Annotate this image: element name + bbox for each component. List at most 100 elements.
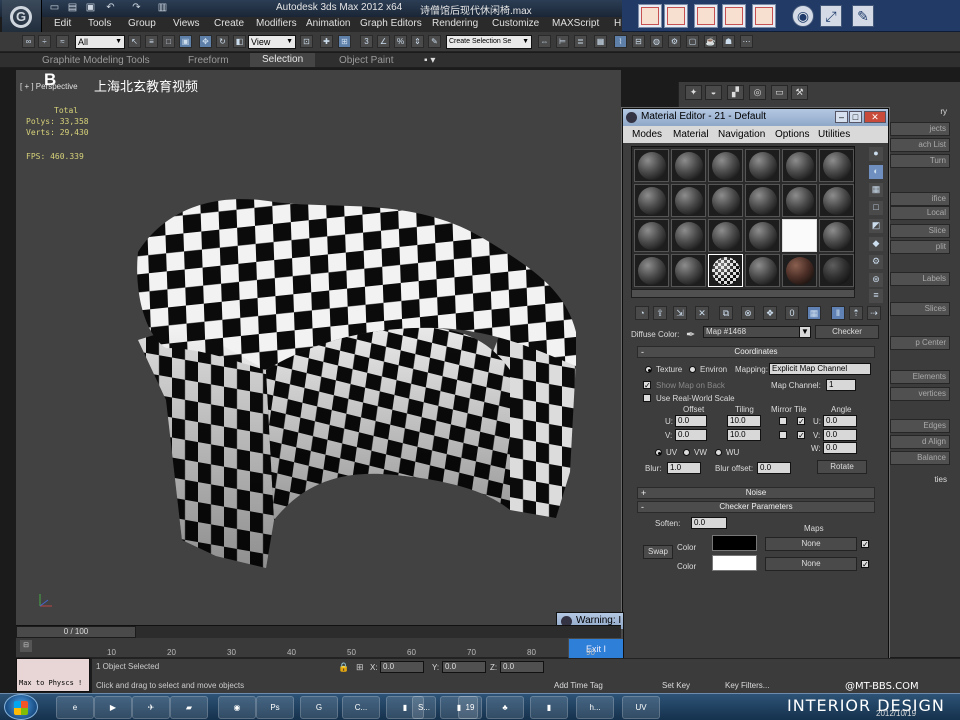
render-setup-icon[interactable]: ⚙: [668, 35, 681, 48]
cmd-btn-slices[interactable]: Slices: [890, 302, 950, 316]
rendered-frame-window-icon[interactable]: ▢: [686, 35, 699, 48]
angle-w-field[interactable]: 0.0: [823, 442, 857, 454]
sample-type-icon[interactable]: ●: [869, 147, 883, 161]
swap-button[interactable]: Swap: [643, 545, 673, 559]
show-map-on-back-checkbox[interactable]: ✓: [643, 381, 651, 390]
sample-slot[interactable]: [819, 184, 854, 217]
ime-button-5[interactable]: [752, 4, 776, 28]
go-forward-icon[interactable]: ⇢: [867, 306, 881, 320]
set-key-button[interactable]: Set Key: [662, 681, 690, 690]
sample-slot[interactable]: [745, 149, 780, 182]
options-icon[interactable]: ⚙: [869, 255, 883, 269]
key-filters-button[interactable]: Key Filters...: [725, 681, 769, 690]
mirror-v-checkbox[interactable]: [779, 431, 787, 439]
blur-field[interactable]: 1.0: [667, 462, 701, 474]
hierarchy-tab-icon[interactable]: ▞: [727, 85, 744, 100]
cmd-btn-d-align[interactable]: d Align: [890, 435, 950, 449]
color1-map-button[interactable]: None: [765, 537, 857, 551]
select-manipulate-icon[interactable]: ✚: [320, 35, 333, 48]
menu-rendering[interactable]: Rendering: [432, 18, 478, 29]
sample-slot[interactable]: [819, 219, 854, 252]
taskbar-item-c[interactable]: C...: [342, 696, 380, 719]
lock-icon[interactable]: 🔒: [338, 662, 349, 673]
graphite-tools-icon[interactable]: ▦: [594, 35, 607, 48]
select-object-icon[interactable]: ↖: [128, 35, 141, 48]
pen-icon[interactable]: ✎: [852, 5, 874, 27]
track-bar[interactable]: ⊟ 10 20 30 40 50 60 70 80 90: [16, 638, 595, 658]
link-icon[interactable]: ∞: [22, 35, 35, 48]
cmd-btn-ifice[interactable]: ifice: [890, 192, 950, 206]
tab-graphite-modeling-tools[interactable]: Graphite Modeling Tools: [42, 55, 150, 66]
noise-rollout[interactable]: + Noise: [637, 487, 875, 499]
material-id-channel-icon[interactable]: 0: [785, 306, 799, 320]
make-unique-icon[interactable]: ⊗: [741, 306, 755, 320]
tiling-u-field[interactable]: 10.0: [727, 415, 761, 427]
uv-radio[interactable]: [655, 449, 662, 456]
unlink-icon[interactable]: ÷: [38, 35, 51, 48]
rotate-button[interactable]: Rotate: [817, 460, 867, 474]
color2-map-checkbox[interactable]: ✓: [861, 560, 869, 569]
cmd-btn-ach-list[interactable]: ach List: [890, 138, 950, 152]
tile-v-checkbox[interactable]: ✓: [797, 431, 805, 440]
go-to-parent-icon[interactable]: ⇡: [849, 306, 863, 320]
mirror-icon[interactable]: ⇔: [538, 35, 551, 48]
color2-swatch[interactable]: [712, 555, 757, 571]
rotate-icon[interactable]: ↻: [216, 35, 229, 48]
taskbar-item-19[interactable]: 19: [458, 696, 482, 719]
make-preview-icon[interactable]: ◆: [869, 237, 883, 251]
open-file-icon[interactable]: ▤: [66, 2, 79, 14]
material-editor-icon[interactable]: ◍: [650, 35, 663, 48]
menu-maxscript[interactable]: MAXScript: [552, 18, 599, 29]
material-editor-window[interactable]: Material Editor - 21 - Default – □ ✕ Mod…: [622, 108, 889, 663]
video-color-check-icon[interactable]: ◩: [869, 219, 883, 233]
color1-map-checkbox[interactable]: ✓: [861, 540, 869, 549]
sample-slot-dark[interactable]: [819, 254, 854, 287]
angle-v-field[interactable]: 0.0: [823, 429, 857, 441]
pivot-center-icon[interactable]: ⊡: [300, 35, 313, 48]
tiling-v-field[interactable]: 10.0: [727, 429, 761, 441]
color1-swatch[interactable]: [712, 535, 757, 551]
vw-radio[interactable]: [683, 449, 690, 456]
sample-slot[interactable]: [634, 149, 669, 182]
sample-slot[interactable]: [745, 219, 780, 252]
folder-icon[interactable]: ▰: [170, 696, 208, 719]
taskbar-item-h[interactable]: h...: [576, 696, 614, 719]
menu-navigation[interactable]: Navigation: [718, 129, 765, 140]
maxscript-mini-listener[interactable]: Max to Physcs !: [16, 658, 90, 692]
curve-editor-icon[interactable]: ⌇: [614, 35, 627, 48]
keyboard-shortcut-icon[interactable]: ⊞: [338, 35, 351, 48]
bird-app-icon[interactable]: ✈: [132, 696, 170, 719]
cmd-btn-edges[interactable]: Edges: [890, 419, 950, 433]
named-selection-dropdown[interactable]: Create Selection Se: [446, 35, 532, 49]
blur-offset-field[interactable]: 0.0: [757, 462, 791, 474]
tab-selection[interactable]: Selection: [250, 53, 316, 67]
put-to-scene-icon[interactable]: ⇪: [653, 306, 667, 320]
exit-button[interactable]: Exit I: [569, 639, 623, 659]
menu-tools[interactable]: Tools: [88, 18, 111, 29]
undo-icon[interactable]: ↶: [104, 2, 117, 14]
sample-slot[interactable]: [671, 149, 706, 182]
render-icon[interactable]: ☕: [704, 35, 717, 48]
cmd-btn-balance[interactable]: Balance: [890, 451, 950, 465]
project-folder-icon[interactable]: ▥: [156, 2, 169, 14]
cmd-btn-elements[interactable]: Elements: [890, 370, 950, 384]
offset-u-field[interactable]: 0.0: [675, 415, 707, 427]
3dsmax-taskbar-icon[interactable]: G: [300, 696, 338, 719]
sample-slot-brown[interactable]: [782, 254, 817, 287]
menu-utilities[interactable]: Utilities: [818, 129, 850, 140]
ime-button-1[interactable]: [638, 4, 662, 28]
sample-slot-active-checker[interactable]: [708, 254, 743, 287]
display-tab-icon[interactable]: ▭: [771, 85, 788, 100]
menu-edit[interactable]: Edit: [54, 18, 71, 29]
selection-filter-dropdown[interactable]: All: [75, 35, 125, 49]
spinner-snap-icon[interactable]: ⇕: [411, 35, 424, 48]
modify-tab-icon[interactable]: ◒: [705, 85, 722, 100]
color2-map-button[interactable]: None: [765, 557, 857, 571]
utilities-tab-icon[interactable]: ⚒: [791, 85, 808, 100]
absolute-mode-icon[interactable]: ⊞: [356, 662, 364, 673]
menu-options[interactable]: Options: [775, 129, 809, 140]
align-icon[interactable]: ⊨: [556, 35, 569, 48]
add-time-tag-button[interactable]: Add Time Tag: [554, 681, 603, 690]
sample-slot[interactable]: [634, 219, 669, 252]
save-icon[interactable]: ▣: [84, 2, 97, 14]
